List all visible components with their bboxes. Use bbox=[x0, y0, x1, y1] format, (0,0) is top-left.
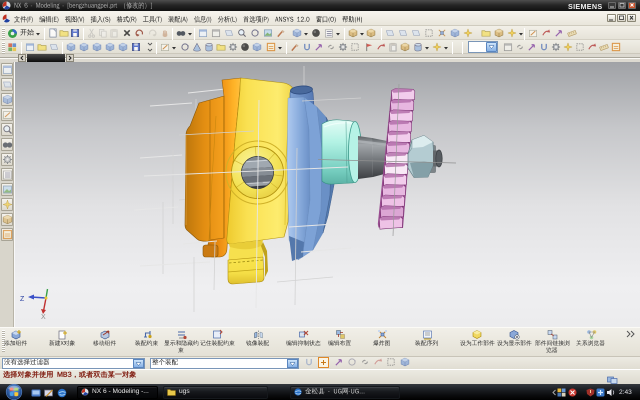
svg-text:X: X bbox=[41, 314, 46, 321]
svg-text:Z: Z bbox=[20, 296, 25, 303]
